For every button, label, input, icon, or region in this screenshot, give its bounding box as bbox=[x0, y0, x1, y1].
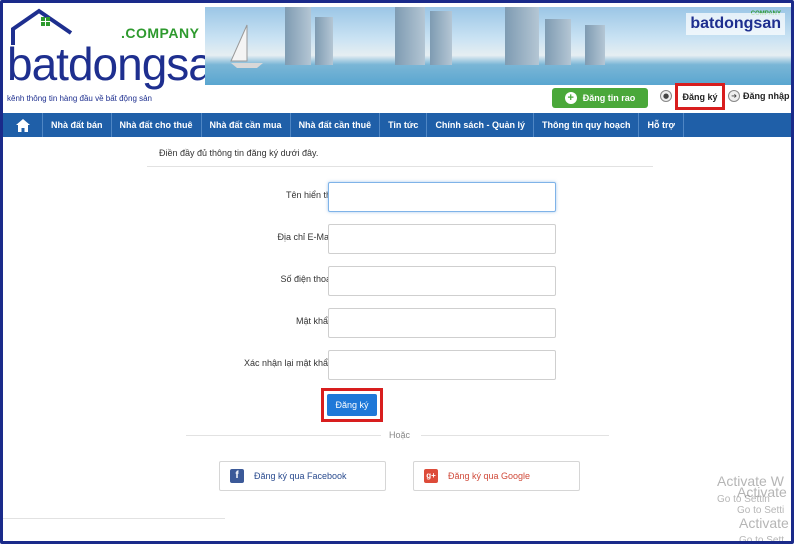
banner-building bbox=[395, 7, 425, 65]
banner-building bbox=[430, 11, 452, 65]
google-signup-button[interactable]: g+ Đăng ký qua Google bbox=[413, 461, 580, 491]
confirm-password-label: Xác nhận lại mật khẩu bbox=[243, 358, 333, 368]
home-icon[interactable] bbox=[3, 113, 43, 137]
post-listing-button[interactable]: + Đăng tin rao bbox=[552, 88, 648, 108]
nav-item-support[interactable]: Hỗ trợ bbox=[639, 113, 684, 137]
password-row: Mật khẩu bbox=[153, 308, 573, 338]
login-link[interactable]: Đăng nhập bbox=[743, 91, 790, 101]
banner-building bbox=[315, 17, 333, 65]
activation-watermark: Go to Sett bbox=[739, 535, 785, 544]
confirm-password-row: Xác nhận lại mật khẩu bbox=[153, 350, 573, 380]
divider bbox=[186, 435, 381, 436]
password-input[interactable] bbox=[328, 308, 556, 338]
user-icon: ● bbox=[660, 90, 672, 102]
banner-logo: batdongsan bbox=[686, 13, 785, 35]
banner-building bbox=[505, 7, 539, 65]
phone-input[interactable] bbox=[328, 266, 556, 296]
banner-building bbox=[585, 25, 605, 65]
activation-watermark: Activate bbox=[737, 484, 787, 500]
sailboat-icon bbox=[230, 24, 263, 68]
email-row: Địa chỉ E-Mail bbox=[153, 224, 573, 254]
google-signup-label: Đăng ký qua Google bbox=[448, 471, 531, 481]
home-icon-glyph bbox=[15, 118, 30, 132]
site-logo[interactable]: .COMPANY batdongsan kênh thông tin hàng … bbox=[3, 3, 238, 109]
email-input[interactable] bbox=[328, 224, 556, 254]
nav-item-planning[interactable]: Thông tin quy hoạch bbox=[534, 113, 640, 137]
plus-icon: + bbox=[564, 92, 577, 104]
site-header: .COMPANY batdongsan kênh thông tin hàng … bbox=[3, 3, 791, 113]
display-name-input[interactable] bbox=[328, 182, 556, 212]
form-intro: Điền đầy đủ thông tin đăng ký dưới đây. bbox=[159, 148, 319, 158]
or-separator: Hoặc bbox=[389, 430, 411, 440]
nav-item-news[interactable]: Tin tức bbox=[380, 113, 428, 137]
phone-label: Số điện thoại bbox=[280, 274, 333, 284]
logo-wordmark: batdongsan bbox=[7, 38, 238, 90]
activation-watermark: Activate bbox=[739, 515, 789, 531]
email-label: Địa chỉ E-Mail bbox=[277, 232, 333, 242]
signup-link[interactable]: Đăng ký bbox=[675, 83, 725, 110]
submit-highlight: Đăng ký bbox=[321, 388, 383, 422]
main-navigation: Nhà đất bán Nhà đất cho thuê Nhà đất cần… bbox=[3, 113, 791, 137]
display-name-label: Tên hiển thị bbox=[285, 190, 333, 200]
display-name-row: Tên hiển thị bbox=[153, 182, 573, 212]
banner-building bbox=[545, 19, 571, 65]
browser-frame: .COMPANY batdongsan kênh thông tin hàng … bbox=[0, 0, 794, 544]
post-listing-label: Đăng tin rao bbox=[582, 93, 636, 103]
signup-submit-button[interactable]: Đăng ký bbox=[327, 394, 377, 416]
nav-item-policy[interactable]: Chính sách - Quản lý bbox=[427, 113, 534, 137]
confirm-password-input[interactable] bbox=[328, 350, 556, 380]
nav-item-wanted-to-rent[interactable]: Nhà đất cần thuê bbox=[291, 113, 381, 137]
nav-item-land-for-sale[interactable]: Nhà đất bán bbox=[43, 113, 112, 137]
phone-row: Số điện thoại bbox=[153, 266, 573, 296]
nav-item-land-for-rent[interactable]: Nhà đất cho thuê bbox=[112, 113, 202, 137]
facebook-icon: f bbox=[230, 469, 244, 483]
banner-building bbox=[285, 7, 311, 65]
divider bbox=[421, 435, 609, 436]
nav-item-wanted-to-buy[interactable]: Nhà đất cần mua bbox=[202, 113, 291, 137]
facebook-signup-label: Đăng ký qua Facebook bbox=[254, 471, 347, 481]
facebook-signup-button[interactable]: f Đăng ký qua Facebook bbox=[219, 461, 386, 491]
divider bbox=[3, 518, 225, 519]
logo-tagline: kênh thông tin hàng đầu về bất động sản bbox=[7, 94, 153, 103]
google-plus-icon: g+ bbox=[424, 469, 438, 483]
divider bbox=[147, 166, 653, 167]
login-arrow-icon: ➜ bbox=[728, 90, 740, 102]
header-banner: COMPANY batdongsan bbox=[205, 7, 791, 85]
